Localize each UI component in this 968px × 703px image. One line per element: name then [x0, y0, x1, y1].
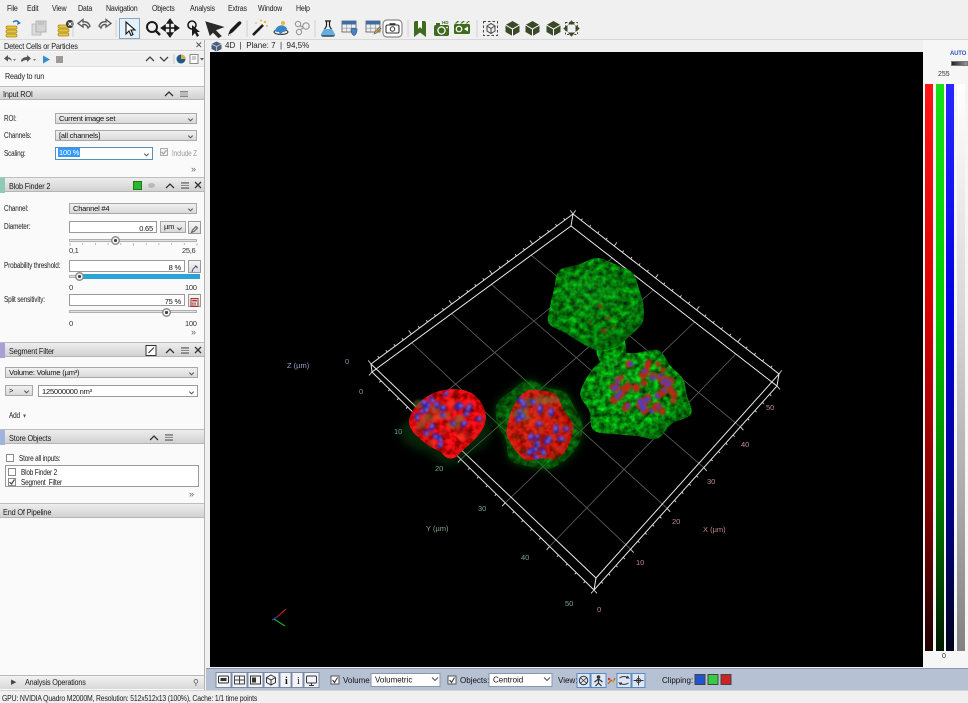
svg-text:20: 20: [672, 517, 680, 526]
svg-text:X (µm): X (µm): [703, 525, 726, 534]
svg-text:Volume:: Volume:: [343, 676, 372, 685]
svg-text:Z (µm): Z (µm): [287, 361, 310, 370]
svg-text:30: 30: [707, 477, 715, 486]
svg-text:40: 40: [521, 553, 529, 562]
svg-text:Volumetric: Volumetric: [375, 676, 412, 685]
svg-text:Clipping:: Clipping:: [662, 676, 693, 685]
svg-text:i: i: [297, 676, 300, 687]
svg-text:50: 50: [766, 403, 774, 412]
svg-text:Objects:: Objects:: [460, 676, 489, 685]
svg-text:Y (µm): Y (µm): [426, 524, 449, 533]
svg-text:0: 0: [597, 605, 601, 614]
svg-text:i: i: [285, 676, 288, 687]
svg-text:20: 20: [435, 464, 443, 473]
svg-text:10: 10: [636, 558, 644, 567]
svg-text:30: 30: [478, 504, 486, 513]
svg-text:50: 50: [565, 599, 573, 608]
svg-text:View:: View:: [558, 676, 577, 685]
svg-text:0: 0: [345, 357, 349, 366]
svg-text:40: 40: [741, 440, 749, 449]
svg-text:0: 0: [359, 387, 363, 396]
svg-text:HD: HD: [442, 20, 449, 25]
svg-text:Centroid: Centroid: [493, 676, 523, 685]
